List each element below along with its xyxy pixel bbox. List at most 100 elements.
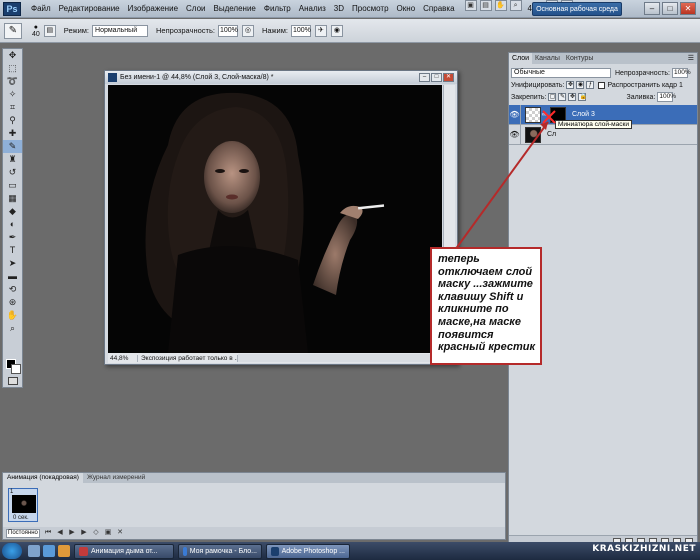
lock-transparency-icon[interactable]: ▢ xyxy=(548,93,557,101)
media-player-icon[interactable] xyxy=(58,545,70,557)
tab-channels[interactable]: Каналы xyxy=(532,53,563,64)
pen-tool-icon[interactable]: ✒ xyxy=(3,231,22,244)
lock-all-icon[interactable]: 🔒 xyxy=(578,93,587,101)
start-button[interactable] xyxy=(2,543,22,559)
first-frame-icon[interactable]: ⏮ xyxy=(44,529,52,537)
menu-analysis[interactable]: Анализ xyxy=(295,0,330,18)
brush-panel-icon[interactable]: ▤ xyxy=(43,24,56,37)
menu-filter[interactable]: Фильтр xyxy=(260,0,295,18)
fill-input[interactable]: 100% xyxy=(657,92,676,102)
crop-tool-icon[interactable]: ⌗ xyxy=(3,101,22,114)
3d-rotate-tool-icon[interactable]: ⟲ xyxy=(3,283,22,296)
quick-mask-icon[interactable] xyxy=(8,377,18,385)
3d-orbit-tool-icon[interactable]: ⊛ xyxy=(3,296,22,309)
play-icon[interactable]: ▶ xyxy=(68,529,76,537)
mask-link-icon[interactable]: ∞ xyxy=(542,112,547,118)
quick-select-tool-icon[interactable]: ✧ xyxy=(3,88,22,101)
doc-maximize-icon[interactable]: □ xyxy=(431,73,442,82)
zoom-tool-icon[interactable]: ⌕ xyxy=(3,322,22,335)
lock-position-icon[interactable]: ✥ xyxy=(568,93,577,101)
tab-measurement-log[interactable]: Журнал измерений xyxy=(83,473,149,483)
lasso-tool-icon[interactable]: ➰ xyxy=(3,75,22,88)
taskbar-item[interactable]: Анимация дыма от... xyxy=(74,543,174,559)
layer-row[interactable]: 👁 Сл xyxy=(509,124,697,145)
history-brush-tool-icon[interactable]: ↺ xyxy=(3,166,22,179)
shape-tool-icon[interactable]: ▬ xyxy=(3,270,22,283)
previous-frame-icon[interactable]: ◀ xyxy=(56,529,64,537)
mode-select[interactable]: Нормальный xyxy=(92,24,149,37)
bridge-icon[interactable]: ▣ xyxy=(464,0,477,11)
document-horizontal-scrollbar[interactable] xyxy=(238,354,456,362)
layer-opacity-input[interactable]: 100% xyxy=(672,68,691,78)
close-icon[interactable]: ✕ xyxy=(680,2,696,15)
tab-layers[interactable]: Слои xyxy=(509,53,533,64)
eyedropper-tool-icon[interactable]: ⚲ xyxy=(3,114,22,127)
doc-minimize-icon[interactable]: – xyxy=(419,73,430,82)
flow-input[interactable]: 100% xyxy=(290,24,311,37)
duplicate-frame-icon[interactable]: ▣ xyxy=(104,529,112,537)
menu-select[interactable]: Выделение xyxy=(209,0,259,18)
menu-file[interactable]: Файл xyxy=(27,0,55,18)
pressure-opacity-icon[interactable]: ◎ xyxy=(241,24,254,37)
eraser-tool-icon[interactable]: ▭ xyxy=(3,179,22,192)
gradient-tool-icon[interactable]: ▦ xyxy=(3,192,22,205)
propagate-checkbox[interactable] xyxy=(598,81,606,89)
taskbar-item[interactable]: Моя рамочка - Бло... xyxy=(178,543,262,559)
document-canvas[interactable] xyxy=(108,85,442,353)
delete-frame-icon[interactable]: ✕ xyxy=(116,529,124,537)
brush-tool-icon[interactable]: ✎ xyxy=(3,140,22,153)
hand-tool-icon[interactable]: ✋ xyxy=(3,309,22,322)
status-zoom[interactable]: 44,8% xyxy=(108,354,138,362)
brush-size-picker[interactable]: ● 40 xyxy=(32,24,40,38)
frame-delay[interactable]: 0 сек. xyxy=(13,515,29,521)
clone-stamp-tool-icon[interactable]: ♜ xyxy=(3,153,22,166)
visibility-eye-icon[interactable]: 👁 xyxy=(509,104,521,125)
tab-animation-frames[interactable]: Анимация (покадровая) xyxy=(3,473,83,483)
layer-name[interactable]: Сл xyxy=(547,131,556,138)
loop-select[interactable]: Постоянно xyxy=(6,528,40,538)
menu-help[interactable]: Справка xyxy=(419,0,458,18)
status-info[interactable]: Экспозиция работает только в ... xyxy=(138,354,238,362)
workspace-button[interactable]: Основная рабочая среда xyxy=(532,2,622,16)
unify-visibility-icon[interactable]: ◉ xyxy=(576,81,585,89)
visibility-eye-icon[interactable]: 👁 xyxy=(509,124,521,145)
unify-position-icon[interactable]: ✥ xyxy=(566,81,575,89)
type-tool-icon[interactable]: T xyxy=(3,244,22,257)
next-frame-icon[interactable]: ▶ xyxy=(80,529,88,537)
opacity-input[interactable]: 100% xyxy=(217,24,238,37)
blur-tool-icon[interactable]: ◆ xyxy=(3,205,22,218)
menu-edit[interactable]: Редактирование xyxy=(55,0,124,18)
animation-frame[interactable]: 1 0 сек. xyxy=(8,488,38,522)
mini-bridge-icon[interactable]: ▤ xyxy=(479,0,492,11)
unify-style-icon[interactable]: ƒ xyxy=(586,81,595,89)
taskbar-item[interactable]: Adobe Photoshop ... xyxy=(266,543,350,559)
healing-tool-icon[interactable]: ✚ xyxy=(3,127,22,140)
menu-view[interactable]: Просмотр xyxy=(348,0,393,18)
airbrush-icon[interactable]: ✈ xyxy=(314,24,327,37)
zoom-icon[interactable]: ⌕ xyxy=(509,0,522,11)
menu-window[interactable]: Окно xyxy=(393,0,420,18)
marquee-tool-icon[interactable]: ⬚ xyxy=(3,62,22,75)
menu-layers[interactable]: Слои xyxy=(182,0,209,18)
hand-icon[interactable]: ✋ xyxy=(494,0,507,11)
layer-thumbnail[interactable] xyxy=(525,106,541,123)
maximize-icon[interactable]: □ xyxy=(662,2,678,15)
doc-close-icon[interactable]: ✕ xyxy=(443,73,454,82)
pressure-size-icon[interactable]: ◉ xyxy=(330,24,343,37)
dodge-tool-icon[interactable]: ◐ xyxy=(3,218,22,231)
move-tool-icon[interactable]: ✥ xyxy=(3,49,22,62)
path-select-tool-icon[interactable]: ➤ xyxy=(3,257,22,270)
show-desktop-icon[interactable] xyxy=(28,545,40,557)
browser-icon[interactable] xyxy=(43,545,55,557)
panel-menu-icon[interactable]: ☰ xyxy=(688,54,694,62)
background-color-swatch[interactable] xyxy=(11,364,21,374)
document-titlebar[interactable]: Без имени-1 @ 44,8% (Слой 3, Слой-маска/… xyxy=(105,71,457,84)
blend-mode-select[interactable]: Обычные xyxy=(511,68,611,78)
layer-row[interactable]: 👁 ∞ Слой 3 Миниатюра слой-маски xyxy=(509,104,697,129)
brush-tool-preset-icon[interactable]: ✎ xyxy=(4,22,22,39)
lock-pixels-icon[interactable]: ✎ xyxy=(558,93,567,101)
layer-name[interactable]: Слой 3 xyxy=(572,111,595,118)
layer-thumbnail[interactable] xyxy=(525,126,541,143)
tab-paths[interactable]: Контуры xyxy=(563,53,596,64)
tween-icon[interactable]: ◇ xyxy=(92,529,100,537)
